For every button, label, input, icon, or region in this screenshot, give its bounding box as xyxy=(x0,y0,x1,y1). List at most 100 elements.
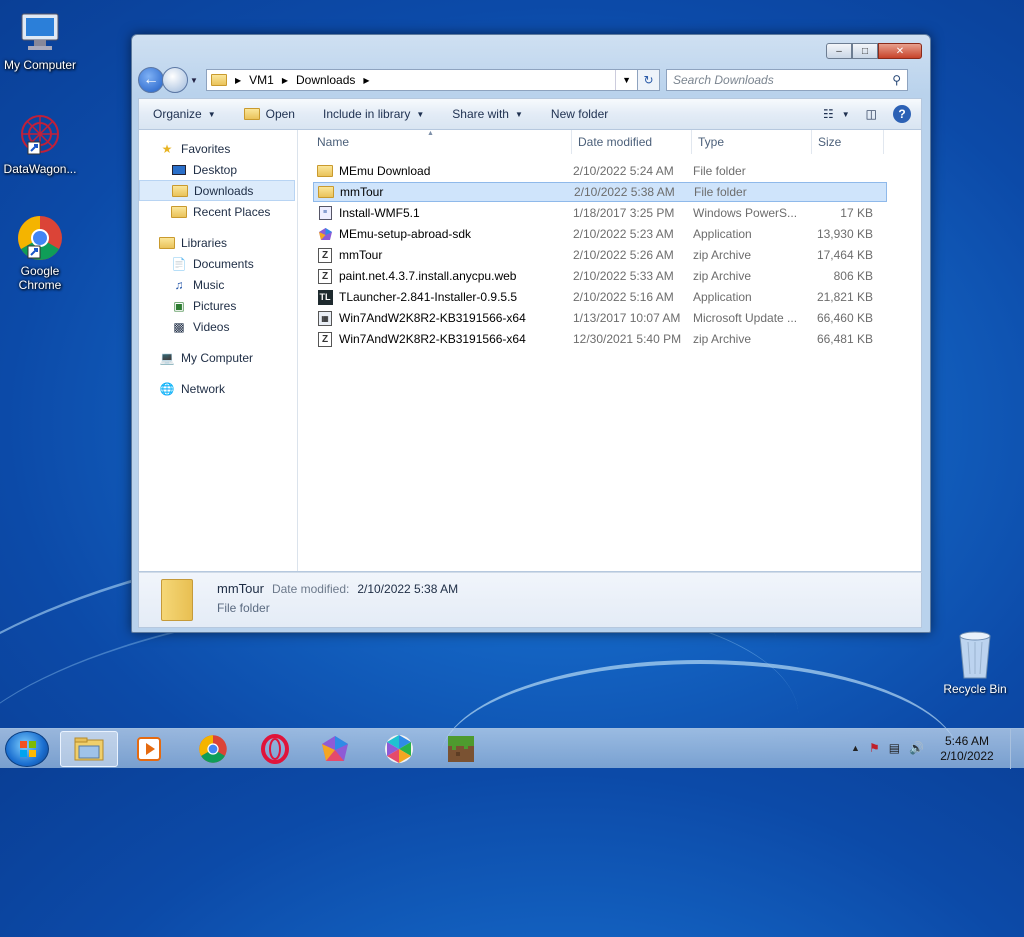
nav-favorites[interactable]: ★ Favorites xyxy=(139,138,297,159)
file-row[interactable]: Z Win7AndW2K8R2-KB3191566-x64 12/30/2021 … xyxy=(313,329,887,349)
open-label: Open xyxy=(265,107,295,121)
chevron-down-icon: ▼ xyxy=(841,109,850,119)
chevron-right-icon[interactable]: ▶ xyxy=(282,76,288,85)
nav-label: Music xyxy=(193,277,225,292)
nav-documents[interactable]: 📄 Documents xyxy=(139,253,297,274)
file-row[interactable]: ZmmTour 2/10/2022 5:26 AM zip Archive 17… xyxy=(313,245,887,265)
desktop-icon-chrome[interactable]: Google Chrome xyxy=(0,214,80,292)
maximize-button[interactable]: □ xyxy=(852,43,878,59)
desktop-icon-my-computer[interactable]: My Computer xyxy=(0,8,80,72)
view-options-button[interactable]: ☷ ▼ xyxy=(823,107,850,121)
minecraft-grass-block-icon xyxy=(448,736,474,762)
file-date: 2/10/2022 5:23 AM xyxy=(573,227,674,241)
taskbar-chrome[interactable] xyxy=(184,731,242,767)
share-label: Share with xyxy=(452,107,509,121)
nav-my-computer[interactable]: 💻 My Computer xyxy=(139,347,297,368)
file-size: 17 KB xyxy=(840,206,873,220)
address-dropdown[interactable]: ▼ xyxy=(615,70,637,90)
column-label: Date modified xyxy=(578,135,653,149)
recent-pages-dropdown[interactable]: ▼ xyxy=(190,76,202,85)
taskbar-memu[interactable] xyxy=(306,731,364,767)
help-button[interactable]: ? xyxy=(893,105,911,123)
column-size[interactable]: Size xyxy=(812,130,884,154)
forward-button[interactable] xyxy=(162,67,188,93)
media-player-icon xyxy=(137,737,161,761)
share-with-button[interactable]: Share with ▼ xyxy=(438,107,537,121)
file-row[interactable]: ≡ Install-WMF5.1 1/18/2017 3:25 PM Window… xyxy=(313,203,887,223)
file-row-selected[interactable]: mmTour 2/10/2022 5:38 AM File folder xyxy=(313,182,887,202)
file-date: 1/18/2017 3:25 PM xyxy=(573,206,675,220)
music-icon: ♫ xyxy=(174,277,184,292)
nav-libraries[interactable]: Libraries xyxy=(139,232,297,253)
taskbar-media-player[interactable] xyxy=(120,731,178,767)
file-list[interactable]: Name ▲ Date modified Type Size MEmu Downl… xyxy=(299,130,921,571)
taskbar-minecraft[interactable] xyxy=(432,731,490,767)
file-type: zip Archive xyxy=(693,332,752,346)
arrow-left-icon: ← xyxy=(143,71,159,88)
new-folder-button[interactable]: New folder xyxy=(537,107,622,121)
zip-archive-icon: Z xyxy=(317,247,333,263)
nav-music[interactable]: ♫ Music xyxy=(139,274,297,295)
file-row[interactable]: MEmu-setup-abroad-sdk 2/10/2022 5:23 AM … xyxy=(313,224,887,244)
refresh-button[interactable]: ↻ xyxy=(638,69,660,91)
file-type: zip Archive xyxy=(693,269,752,283)
organize-button[interactable]: Organize ▼ xyxy=(139,107,230,121)
details-type: File folder xyxy=(217,601,270,615)
file-row[interactable]: Zpaint.net.4.3.7.install.anycpu.web 2/10… xyxy=(313,266,887,286)
file-row[interactable]: TL TLauncher-2.841-Installer-0.9.5.5 2/10… xyxy=(313,287,887,307)
opera-icon xyxy=(261,734,289,764)
nav-downloads[interactable]: Downloads xyxy=(139,180,295,201)
volume-icon[interactable]: 🔊 xyxy=(909,741,924,755)
nav-recent-places[interactable]: Recent Places xyxy=(139,201,297,222)
column-date-modified[interactable]: Date modified xyxy=(572,130,692,154)
search-box[interactable]: Search Downloads ⚲ xyxy=(666,69,908,91)
chevron-right-icon[interactable]: ▶ xyxy=(235,76,241,85)
address-bar[interactable]: ▶ VM1 ▶ Downloads ▶ ▼ xyxy=(206,69,638,91)
taskbar-opera[interactable] xyxy=(246,731,304,767)
nav-label: Desktop xyxy=(193,162,238,177)
system-clock[interactable]: 5:46 AM 2/10/2022 xyxy=(932,734,1002,764)
navigation-bar: ← ▼ ▶ VM1 ▶ Downloads ▶ ▼ ↻ Search Downl… xyxy=(138,67,922,93)
nav-network[interactable]: 🌐 Network xyxy=(139,378,297,399)
back-button[interactable]: ← xyxy=(138,67,164,93)
taskbar-explorer[interactable] xyxy=(60,731,118,767)
breadcrumb-downloads[interactable]: Downloads xyxy=(296,73,355,87)
file-size: 806 KB xyxy=(833,269,873,283)
file-date: 2/10/2022 5:24 AM xyxy=(573,164,674,178)
desktop-icon-datawagon[interactable]: DataWagon... xyxy=(0,112,80,176)
taskbar-multi-memu[interactable] xyxy=(370,731,428,767)
desktop-icon-label: Google Chrome xyxy=(18,264,62,292)
nav-label: Documents xyxy=(193,256,254,271)
include-in-library-button[interactable]: Include in library ▼ xyxy=(309,107,438,121)
breadcrumb-vm1[interactable]: VM1 xyxy=(249,73,274,87)
column-name[interactable]: Name ▲ xyxy=(299,130,572,154)
close-button[interactable]: ✕ xyxy=(878,43,922,59)
network-status-icon[interactable]: ▤ xyxy=(889,741,900,755)
open-button[interactable]: Open xyxy=(230,107,309,121)
desktop-icon-recycle-bin[interactable]: Recycle Bin xyxy=(935,630,1015,696)
action-center-flag-icon[interactable]: ⚑ xyxy=(869,741,880,755)
details-name: mmTour xyxy=(217,581,264,596)
navigation-pane[interactable]: ★ Favorites Desktop Downloads Recent Plac… xyxy=(139,130,298,571)
search-icon[interactable]: ⚲ xyxy=(892,73,901,87)
chrome-icon xyxy=(199,735,227,763)
file-date: 2/10/2022 5:33 AM xyxy=(573,269,674,283)
clock-date: 2/10/2022 xyxy=(940,749,994,763)
desktop-icon-label: DataWagon... xyxy=(3,162,77,176)
file-row[interactable]: MEmu Download 2/10/2022 5:24 AM File fol… xyxy=(313,161,887,181)
start-button[interactable] xyxy=(5,731,49,767)
show-hidden-icons-button[interactable]: ▲ xyxy=(851,741,860,755)
file-name: MEmu-setup-abroad-sdk xyxy=(339,227,472,241)
nav-videos[interactable]: ▩ Videos xyxy=(139,316,297,337)
nav-desktop[interactable]: Desktop xyxy=(139,159,297,180)
tlauncher-icon: TL xyxy=(317,289,333,305)
preview-pane-button[interactable]: ◫ xyxy=(866,107,877,121)
show-desktop-button[interactable] xyxy=(1010,729,1024,769)
chevron-right-icon[interactable]: ▶ xyxy=(363,76,369,85)
explorer-window[interactable]: – □ ✕ ← ▼ ▶ VM1 ▶ Downloads ▶ ▼ ↻ Search… xyxy=(131,34,931,633)
minimize-button[interactable]: – xyxy=(826,43,852,59)
column-type[interactable]: Type xyxy=(692,130,812,154)
nav-pictures[interactable]: ▣ Pictures xyxy=(139,295,297,316)
new-folder-label: New folder xyxy=(550,107,609,121)
file-row[interactable]: ▦ Win7AndW2K8R2-KB3191566-x64 1/13/2017 1… xyxy=(313,308,887,328)
